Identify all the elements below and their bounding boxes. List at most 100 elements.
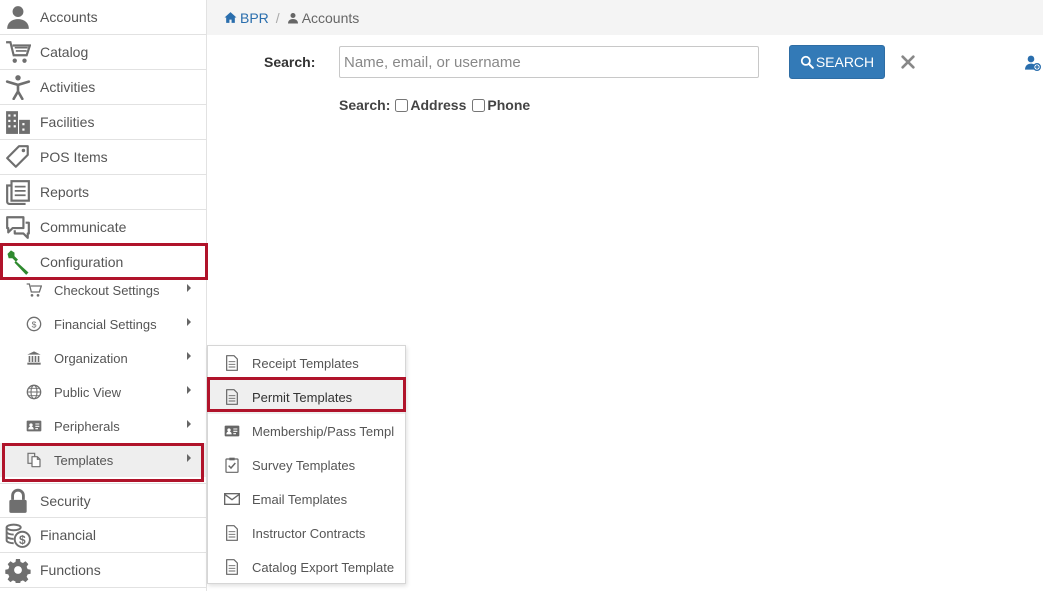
user-icon	[0, 0, 36, 35]
building-icon	[0, 105, 36, 140]
sidebar-subitem-public-view[interactable]: Public View	[0, 375, 206, 409]
menu-item-label: Membership/Pass Templ...	[252, 423, 394, 439]
address-checkbox-label: Address	[410, 97, 467, 113]
chevron-right-icon	[187, 284, 191, 292]
sidebar-item-accounts[interactable]: Accounts	[0, 0, 206, 35]
templates-flyout-menu: Receipt Templates Permit Templates Membe…	[207, 345, 406, 584]
sidebar-item-pos-items[interactable]: POS Items	[0, 140, 206, 175]
chevron-right-icon	[187, 454, 191, 462]
sidebar-subitem-checkout-settings[interactable]: Checkout Settings	[0, 273, 206, 307]
sidebar-item-label: Reports	[40, 184, 90, 200]
breadcrumb-separator: /	[275, 9, 280, 26]
menu-item-label: Permit Templates	[252, 389, 353, 405]
sidebar-item-label: POS Items	[40, 149, 108, 165]
address-checkbox[interactable]	[395, 98, 409, 112]
sidebar-item-communicate[interactable]: Communicate	[0, 210, 206, 245]
phone-checkbox-label: Phone	[487, 97, 531, 113]
breadcrumb-current-label: Accounts	[301, 9, 360, 26]
lock-icon	[0, 483, 36, 518]
menu-item-permit-templates[interactable]: Permit Templates	[208, 380, 405, 414]
menu-item-label: Email Templates	[252, 491, 348, 507]
menu-item-receipt-templates[interactable]: Receipt Templates	[208, 346, 405, 380]
menu-item-membership-pass-templates[interactable]: Membership/Pass Templ...	[208, 414, 405, 448]
sidebar-item-catalog[interactable]: Catalog	[0, 35, 206, 70]
sidebar-item-label: Functions	[40, 562, 101, 578]
sidebar-item-label: Catalog	[40, 44, 89, 60]
menu-item-catalog-export-templates[interactable]: Catalog Export Templates	[208, 550, 405, 584]
menu-item-survey-templates[interactable]: Survey Templates	[208, 448, 405, 482]
breadcrumb-current: Accounts	[287, 9, 360, 26]
sidebar-item-label: Security	[40, 492, 91, 509]
phone-checkbox[interactable]	[472, 98, 486, 112]
breadcrumb-home-link[interactable]: BPR	[224, 10, 269, 26]
chevron-right-icon	[187, 386, 191, 394]
sidebar-item-financial[interactable]: $ Financial	[0, 518, 206, 553]
menu-item-label: Instructor Contracts	[252, 525, 366, 541]
document-icon	[222, 559, 242, 575]
sidebar-item-reports[interactable]: Reports	[0, 175, 206, 210]
sidebar-item-label: Configuration	[40, 254, 124, 270]
sidebar-subitem-label: Organization	[54, 350, 128, 366]
id-card-icon	[24, 409, 44, 443]
sidebar-item-functions[interactable]: Functions	[0, 553, 206, 588]
sidebar-subitem-templates[interactable]: Templates	[0, 443, 206, 477]
cart-icon	[0, 35, 36, 70]
gear-icon	[0, 553, 36, 588]
clear-search-button[interactable]	[898, 52, 918, 72]
sidebar-item-activities[interactable]: Activities	[0, 70, 206, 105]
search-button-label: SEARCH	[815, 54, 875, 70]
user-icon	[287, 12, 298, 23]
sidebar-item-facilities[interactable]: Facilities	[0, 105, 206, 140]
coins-icon: $	[0, 518, 36, 553]
sidebar-item-label: Communicate	[40, 219, 127, 235]
svg-text:$: $	[32, 319, 37, 329]
reports-icon	[0, 175, 36, 210]
chevron-right-icon	[187, 420, 191, 428]
document-icon	[222, 389, 242, 405]
menu-item-email-templates[interactable]: Email Templates	[208, 482, 405, 516]
sidebar-subitem-financial-settings[interactable]: $ Financial Settings	[0, 307, 206, 341]
cart-icon	[24, 273, 44, 307]
copy-icon	[24, 443, 44, 477]
globe-icon	[24, 375, 44, 409]
search-label: Search:	[264, 54, 316, 70]
search-input[interactable]	[339, 46, 759, 78]
sidebar-subitem-label: Financial Settings	[54, 316, 157, 332]
sidebar-item-label: Facilities	[40, 114, 95, 130]
tag-icon	[0, 140, 36, 175]
checklist-icon	[222, 457, 242, 473]
search-icon	[800, 55, 814, 69]
menu-item-instructor-contracts[interactable]: Instructor Contracts	[208, 516, 405, 550]
sidebar-subitem-peripherals[interactable]: Peripherals	[0, 409, 206, 443]
chevron-right-icon	[187, 318, 191, 326]
sidebar-subitem-organization[interactable]: Organization	[0, 341, 206, 375]
sidebar-subitem-label: Checkout Settings	[54, 282, 160, 298]
close-icon	[901, 55, 915, 69]
chat-icon	[0, 210, 36, 245]
sidebar-item-label: Financial	[40, 527, 97, 543]
sidebar-subitem-label: Public View	[54, 384, 121, 400]
menu-item-label: Survey Templates	[252, 457, 356, 473]
breadcrumb-home-label: BPR	[240, 9, 269, 26]
document-icon	[222, 525, 242, 541]
sidebar-item-security[interactable]: Security	[0, 483, 206, 518]
sidebar-nav: Accounts Catalog Activities Facilities P…	[0, 0, 207, 591]
bank-icon	[24, 341, 44, 375]
chevron-right-icon	[187, 352, 191, 360]
sidebar-item-label: Activities	[40, 79, 96, 95]
envelope-icon	[222, 491, 242, 507]
sidebar-subitem-label: Templates	[54, 452, 114, 468]
person-activity-icon	[0, 70, 36, 105]
search-button[interactable]: SEARCH	[789, 45, 885, 79]
add-user-button[interactable]	[1025, 55, 1041, 71]
dollar-circle-icon: $	[24, 307, 44, 341]
breadcrumb: BPR / Accounts	[207, 0, 1043, 35]
menu-item-label: Catalog Export Templates	[252, 559, 394, 575]
sidebar-subitem-label: Peripherals	[54, 418, 120, 434]
svg-text:$: $	[19, 533, 26, 547]
search-options: Search: Address Phone	[339, 97, 536, 113]
id-card-icon	[222, 423, 242, 439]
document-icon	[222, 355, 242, 371]
home-icon	[224, 12, 237, 23]
menu-item-label: Receipt Templates	[252, 355, 359, 371]
